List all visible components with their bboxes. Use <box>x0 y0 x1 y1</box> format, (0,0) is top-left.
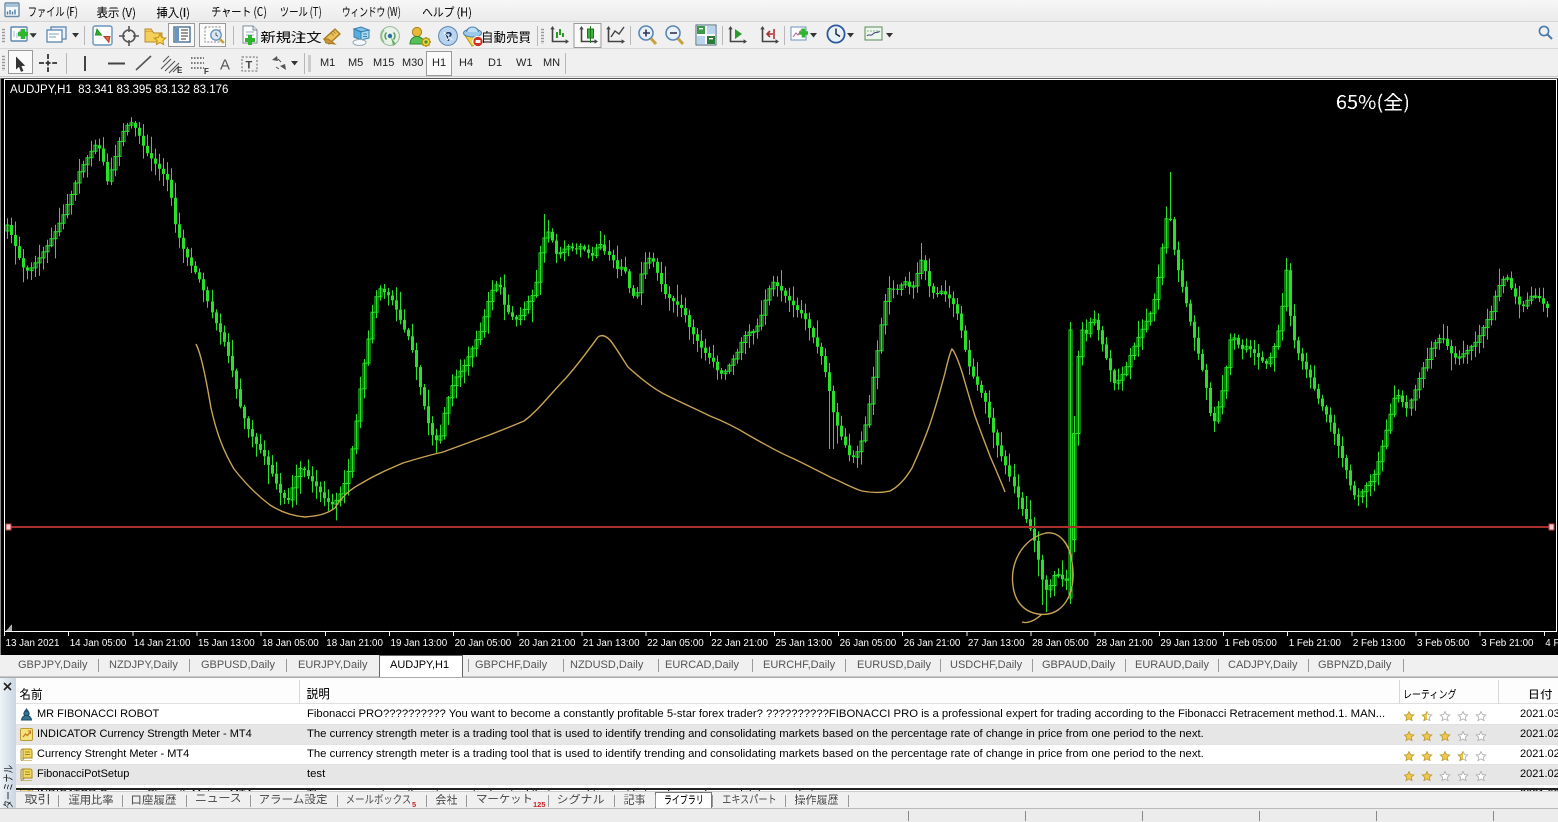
svg-text:28 Jan 05:00: 28 Jan 05:00 <box>1032 638 1089 649</box>
svg-text:18 Jan 05:00: 18 Jan 05:00 <box>262 638 319 649</box>
svg-text:13 Jan 2021: 13 Jan 2021 <box>6 638 60 649</box>
svg-text:1 Feb 21:00: 1 Feb 21:00 <box>1289 638 1342 649</box>
svg-text:20 Jan 21:00: 20 Jan 21:00 <box>519 638 576 649</box>
svg-text:18 Jan 21:00: 18 Jan 21:00 <box>326 638 383 649</box>
svg-text:25 Jan 13:00: 25 Jan 13:00 <box>775 638 832 649</box>
svg-text:2 Feb 13:00: 2 Feb 13:00 <box>1353 638 1406 649</box>
svg-text:14 Jan 21:00: 14 Jan 21:00 <box>134 638 191 649</box>
svg-text:26 Jan 05:00: 26 Jan 05:00 <box>840 638 897 649</box>
svg-text:29 Jan 13:00: 29 Jan 13:00 <box>1160 638 1217 649</box>
svg-text:20 Jan 05:00: 20 Jan 05:00 <box>455 638 512 649</box>
svg-text:4 Feb 13:00: 4 Feb 13:00 <box>1545 638 1558 649</box>
svg-text:AUDJPY,H1 83.341 83.395 83.13: AUDJPY,H1 83.341 83.395 83.132 83.176 <box>10 84 228 96</box>
svg-text:27 Jan 13:00: 27 Jan 13:00 <box>968 638 1025 649</box>
svg-text:19 Jan 13:00: 19 Jan 13:00 <box>391 638 448 649</box>
svg-text:21 Jan 13:00: 21 Jan 13:00 <box>583 638 640 649</box>
svg-text:3 Feb 21:00: 3 Feb 21:00 <box>1481 638 1534 649</box>
svg-text:26 Jan 21:00: 26 Jan 21:00 <box>904 638 961 649</box>
svg-text:22 Jan 21:00: 22 Jan 21:00 <box>711 638 768 649</box>
svg-text:15 Jan 13:00: 15 Jan 13:00 <box>198 638 255 649</box>
svg-text:28 Jan 21:00: 28 Jan 21:00 <box>1096 638 1153 649</box>
svg-text:3 Feb 05:00: 3 Feb 05:00 <box>1417 638 1470 649</box>
svg-text:22 Jan 05:00: 22 Jan 05:00 <box>647 638 704 649</box>
svg-text:1 Feb 05:00: 1 Feb 05:00 <box>1225 638 1278 649</box>
svg-text:14 Jan 05:00: 14 Jan 05:00 <box>70 638 127 649</box>
